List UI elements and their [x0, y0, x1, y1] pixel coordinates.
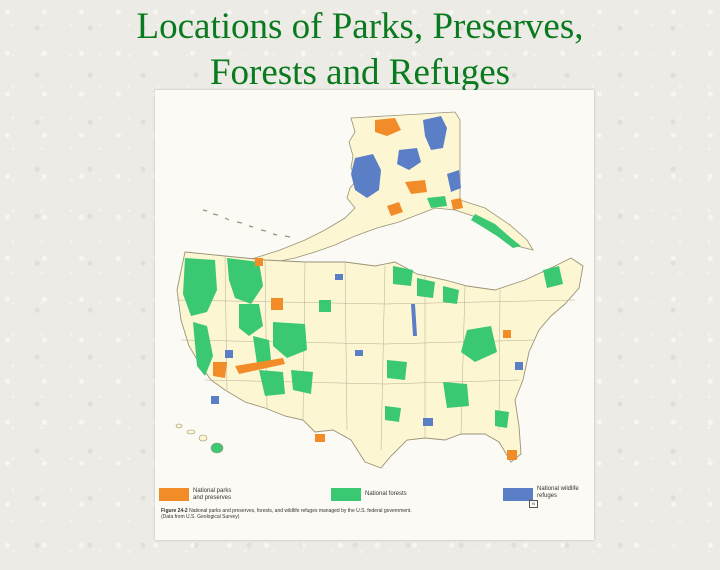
conterminous-united-states [176, 251, 584, 469]
legend-swatch-parks [159, 488, 189, 501]
refuge-kansas [355, 350, 363, 356]
refuge-north-dakota [335, 274, 343, 280]
slide-title: Locations of Parks, Preserves, Forests a… [0, 4, 720, 96]
aleutian-chain [202, 209, 291, 238]
forest-texas [385, 406, 401, 422]
hawaii-island-4 [210, 442, 224, 454]
hawaii-island-1 [175, 423, 183, 429]
hawaii-island-2 [186, 429, 196, 435]
alaska-landmass [234, 111, 534, 269]
forest-ozarks [387, 360, 407, 380]
legend-label-forests: National forests [365, 491, 407, 497]
refuge-carolinas [515, 362, 523, 370]
title-line-1: Locations of Parks, Preserves, [136, 6, 584, 47]
park-big-bend [315, 434, 325, 442]
park-everglades [507, 450, 517, 460]
legend-swatch-forests [331, 488, 361, 501]
forest-minnesota [393, 266, 413, 286]
refuge-louisiana [423, 418, 433, 426]
hawaii-island-3 [198, 434, 208, 442]
caption-source: (Data from U.S. Geological Survey) [161, 514, 240, 520]
forest-black-hills [319, 300, 331, 312]
figure-caption: Figure 24-2 National parks and preserves… [161, 508, 581, 520]
forest-florida [495, 410, 509, 428]
hawaii [175, 423, 224, 454]
refuge-southern-california [211, 396, 219, 404]
alaska-park-east [451, 198, 463, 210]
legend-label-refuges: National wildlife refuges [537, 486, 579, 499]
park-yellowstone [271, 298, 283, 310]
legend-label-parks: National parks and preserves [193, 488, 232, 501]
park-death-valley [213, 362, 227, 378]
refuge-nevada [225, 350, 233, 358]
north-arrow-icon: N [529, 500, 538, 508]
map-figure: National parks and preserves National fo… [155, 90, 594, 540]
title-line-2: Forests and Refuges [209, 52, 511, 93]
park-shenandoah [503, 330, 511, 338]
forest-southeast [443, 382, 469, 408]
park-glacier [255, 258, 263, 266]
alaska [202, 111, 534, 269]
